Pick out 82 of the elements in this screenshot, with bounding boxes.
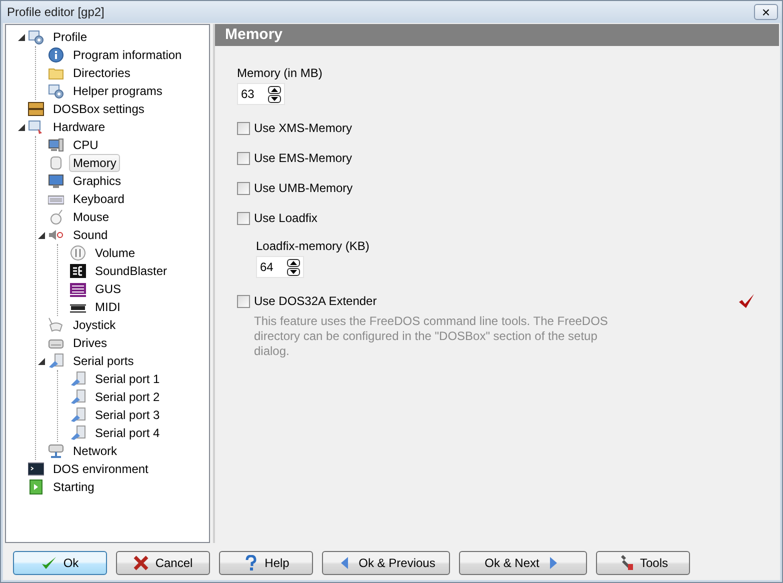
tree-item[interactable]: CPU — [69, 136, 102, 154]
spin-down-button[interactable] — [287, 268, 300, 276]
tree-item[interactable]: Graphics — [69, 172, 126, 190]
speaker-icon — [48, 227, 64, 243]
plug-icon — [70, 389, 86, 405]
up-caret-icon — [271, 88, 278, 92]
expand-toggle-icon[interactable] — [38, 232, 44, 238]
spin-up-button[interactable] — [287, 258, 300, 266]
checkmark-icon — [41, 555, 58, 571]
plug-icon — [70, 371, 86, 387]
plug-icon — [48, 353, 64, 369]
knob-icon — [70, 245, 86, 261]
tree-item[interactable]: GUS — [91, 280, 126, 298]
checkbox[interactable] — [237, 294, 250, 308]
tree-item[interactable]: Directories — [69, 64, 134, 82]
down-caret-icon — [290, 270, 297, 274]
monitor-icon — [48, 173, 64, 189]
checkbox[interactable] — [237, 182, 250, 194]
spin-up-button[interactable] — [268, 86, 281, 94]
cancel-button[interactable]: Cancel — [116, 551, 210, 575]
network-icon — [48, 443, 64, 459]
tree-item[interactable]: Serial port 2 — [91, 388, 164, 406]
play-icon — [28, 479, 44, 495]
checkbox-label[interactable]: Use DOS32A Extender — [254, 294, 377, 308]
checkbox-label[interactable]: Use EMS-Memory — [254, 151, 352, 165]
next-button[interactable]: Ok & Next — [459, 551, 587, 575]
expand-toggle-icon[interactable] — [18, 34, 24, 40]
gear-icon — [48, 83, 64, 99]
down-caret-icon — [271, 96, 278, 100]
tree-item[interactable]: Starting — [49, 478, 98, 496]
up-caret-icon — [290, 260, 297, 264]
expand-toggle-icon[interactable] — [38, 358, 44, 364]
tree-item[interactable]: Memory — [69, 154, 120, 172]
tree-item[interactable]: Profile — [49, 28, 92, 46]
tree-item[interactable]: Hardware — [49, 118, 110, 136]
window-title: Profile editor [gp2] — [7, 5, 104, 19]
console-icon — [28, 461, 44, 477]
tree-item[interactable]: Serial ports — [69, 352, 138, 370]
description-text: This feature uses the FreeDOS command line tools. The FreeDOS directory can be configured in the "DOSBox" section of the setup dialog. — [254, 314, 609, 359]
spin-down-button[interactable] — [268, 94, 281, 102]
close-button[interactable]: × — [754, 4, 778, 20]
tree-item[interactable]: Mouse — [69, 208, 114, 226]
tree-item[interactable]: Serial port 1 — [91, 370, 164, 388]
field-label: Loadfix-memory (KB) — [256, 239, 370, 253]
tree-item[interactable]: Drives — [69, 334, 112, 352]
number-field[interactable]: 63 — [241, 87, 265, 101]
checkbox-label[interactable]: Use UMB-Memory — [254, 181, 353, 195]
computer-icon — [48, 137, 64, 153]
plug-icon — [70, 425, 86, 441]
plug-icon — [70, 407, 86, 423]
field-label: Memory (in MB) — [237, 66, 324, 80]
tree-item[interactable]: Program information — [69, 46, 186, 64]
tree-item[interactable]: Sound — [69, 226, 112, 244]
spinner-control[interactable]: 64 — [256, 256, 304, 278]
checkbox-label[interactable]: Use Loadfix — [254, 211, 318, 225]
previous-button[interactable]: Ok & Previous — [322, 551, 450, 575]
info-icon — [48, 47, 64, 63]
expand-toggle-icon[interactable] — [18, 124, 24, 130]
tree-item[interactable]: Network — [69, 442, 122, 460]
help-button[interactable]: Help — [219, 551, 313, 575]
number-field[interactable]: 64 — [260, 260, 284, 274]
cylinder-icon — [48, 155, 64, 171]
checkbox-label[interactable]: Use XMS-Memory — [254, 121, 352, 135]
ok-button[interactable]: Ok — [13, 551, 107, 575]
tree-item[interactable]: Serial port 4 — [91, 424, 164, 442]
checkbox[interactable] — [237, 212, 250, 224]
tree-item[interactable]: SoundBlaster — [91, 262, 172, 280]
tools-button[interactable]: Tools — [596, 551, 690, 575]
spinner-control[interactable]: 63 — [237, 83, 285, 105]
tree-item[interactable]: MIDI — [91, 298, 124, 316]
tree-item[interactable]: Joystick — [69, 316, 120, 334]
tree-item[interactable]: Keyboard — [69, 190, 128, 208]
panel-header: Memory — [215, 24, 779, 46]
tree-item[interactable]: Volume — [91, 244, 140, 262]
cross-icon — [133, 555, 150, 571]
tree-item[interactable]: DOS environment — [49, 460, 152, 478]
checkbox[interactable] — [237, 152, 250, 164]
gear-icon — [28, 29, 44, 45]
tree-item[interactable]: Serial port 3 — [91, 406, 164, 424]
tree-item[interactable]: DOSBox settings — [49, 100, 148, 118]
checkbox[interactable] — [237, 122, 250, 134]
tree-item[interactable]: Helper programs — [69, 82, 166, 100]
